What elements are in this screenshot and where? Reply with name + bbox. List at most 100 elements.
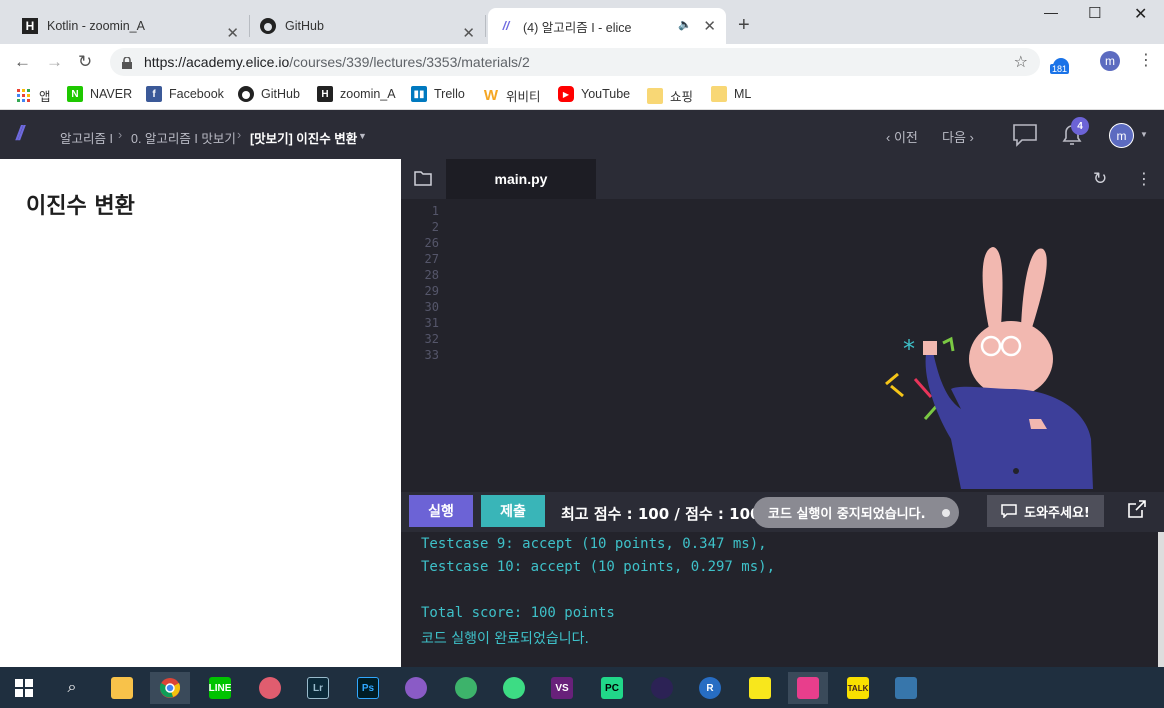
start-icon[interactable] bbox=[4, 672, 44, 704]
output-scrollbar[interactable] bbox=[1158, 532, 1164, 667]
back-button[interactable]: ← bbox=[14, 52, 31, 72]
line-number: 28 bbox=[424, 268, 439, 282]
lock-icon bbox=[122, 55, 132, 69]
lightroom-icon[interactable]: Lr bbox=[298, 672, 338, 704]
elice-logo-icon[interactable]: // bbox=[16, 123, 24, 146]
editor-topbar: main.py ↻ ⋮ bbox=[401, 159, 1164, 199]
tab-github[interactable]: GitHub ✕ bbox=[250, 15, 486, 42]
prev-button[interactable]: ‹ 이전 bbox=[886, 127, 918, 146]
line-number: 29 bbox=[424, 284, 439, 298]
line-number: 27 bbox=[424, 252, 439, 266]
h-favicon-icon: H bbox=[22, 18, 38, 34]
output-line: Total score: 100 points bbox=[421, 605, 615, 621]
chrome-menu-icon[interactable]: ⋮ bbox=[1138, 50, 1154, 70]
youtube-icon: ▶ bbox=[558, 86, 574, 102]
breadcrumb-lecture[interactable]: 0. 알고리즘 I 맛보기 bbox=[131, 128, 236, 147]
h-favicon-icon: H bbox=[317, 86, 333, 102]
help-button[interactable]: 도와주세요! bbox=[987, 495, 1104, 527]
chrome-icon[interactable] bbox=[150, 672, 190, 704]
forward-button[interactable]: → bbox=[46, 52, 63, 72]
address-bar-row: ← → ↻ https://academy.elice.io/courses/3… bbox=[0, 44, 1164, 80]
chat-icon[interactable] bbox=[1012, 123, 1038, 150]
svg-text:*: * bbox=[903, 335, 915, 363]
file-tab-main[interactable]: main.py bbox=[446, 159, 596, 199]
submit-button[interactable]: 제출 bbox=[481, 495, 545, 527]
omnibox[interactable]: https://academy.elice.io/courses/339/lec… bbox=[110, 48, 1040, 76]
next-label: 다음 bbox=[942, 130, 966, 145]
profile-avatar[interactable]: m bbox=[1100, 51, 1120, 71]
naver-icon: N bbox=[67, 86, 83, 102]
github-icon bbox=[238, 86, 254, 102]
folder-icon[interactable] bbox=[414, 170, 432, 189]
lesson-panel: 이진수 변환 bbox=[0, 159, 401, 667]
gitkraken-icon[interactable] bbox=[788, 672, 828, 704]
python-icon[interactable] bbox=[886, 672, 926, 704]
line-icon[interactable]: LINE bbox=[200, 672, 240, 704]
bookmark-github[interactable]: GitHub bbox=[238, 86, 300, 102]
extension-icon[interactable]: 181 bbox=[1050, 52, 1072, 74]
bookmark-facebook[interactable]: f Facebook bbox=[146, 86, 224, 102]
tab-kotlin[interactable]: H Kotlin - zoomin_A ✕ bbox=[12, 15, 250, 42]
caret-down-icon[interactable]: ▼ bbox=[1140, 130, 1148, 139]
bookmark-apps[interactable]: 앱 bbox=[16, 86, 51, 105]
minimize-button[interactable]: — bbox=[1044, 4, 1058, 20]
new-tab-button[interactable]: + bbox=[738, 14, 750, 37]
run-button[interactable]: 실행 bbox=[409, 495, 473, 527]
chevron-right-icon: › bbox=[237, 128, 242, 142]
maximize-button[interactable]: ☐ bbox=[1088, 4, 1101, 22]
line-number: 26 bbox=[424, 236, 439, 250]
breadcrumb-course[interactable]: 알고리즘 I bbox=[60, 128, 113, 147]
speech-bubble-icon bbox=[1001, 504, 1017, 518]
toast-message: 코드 실행이 중지되었습니다. bbox=[768, 507, 926, 522]
kakaotalk-icon[interactable]: TALK bbox=[838, 672, 878, 704]
line-number: 30 bbox=[424, 300, 439, 314]
search-icon[interactable]: ⌕ bbox=[52, 672, 92, 704]
run-toolbar: 실행 제출 최고 점수 : 100 / 점수 : 100 코드 실행이 중지되었… bbox=[401, 492, 1164, 532]
tab-elice[interactable]: // (4) 알고리즘 I - elice 🔈 ✕ bbox=[488, 8, 726, 44]
apps-grid-icon bbox=[16, 88, 32, 104]
trello-icon: ▮▮ bbox=[411, 86, 427, 102]
bookmark-youtube[interactable]: ▶ YouTube bbox=[558, 86, 630, 102]
line-number: 32 bbox=[424, 332, 439, 346]
refresh-icon[interactable]: ↻ bbox=[1093, 169, 1107, 189]
elice-icon: // bbox=[502, 19, 510, 33]
sticky-notes-icon[interactable] bbox=[740, 672, 780, 704]
photoshop-icon[interactable]: Ps bbox=[348, 672, 388, 704]
next-button[interactable]: 다음 › bbox=[942, 127, 974, 146]
bookmark-folder-shopping[interactable]: 쇼핑 bbox=[647, 86, 693, 105]
breadcrumb-material[interactable]: [맛보기] 이진수 변환 bbox=[250, 128, 357, 147]
reload-button[interactable]: ↻ bbox=[78, 52, 92, 72]
bookmark-naver[interactable]: N NAVER bbox=[67, 86, 132, 102]
more-icon[interactable]: ⋮ bbox=[1136, 169, 1152, 189]
lesson-title: 이진수 변환 bbox=[26, 194, 135, 219]
bookmark-label: GitHub bbox=[261, 87, 300, 101]
visual-studio-icon[interactable]: VS bbox=[542, 672, 582, 704]
r-icon[interactable]: R bbox=[690, 672, 730, 704]
pycharm-icon[interactable]: PC bbox=[592, 672, 632, 704]
bookmark-star-icon[interactable]: ☆ bbox=[1014, 52, 1028, 72]
speaker-icon[interactable]: 🔈 bbox=[678, 18, 692, 31]
bookmark-label: Facebook bbox=[169, 87, 224, 101]
bell-icon[interactable]: 4 bbox=[1060, 117, 1089, 151]
window-close-button[interactable]: ✕ bbox=[1134, 4, 1147, 24]
close-icon[interactable]: ✕ bbox=[462, 24, 475, 42]
bookmarks-bar: 앱 N NAVER f Facebook GitHub H zoomin_A ▮… bbox=[0, 80, 1164, 110]
github-icon bbox=[260, 18, 276, 34]
file-explorer-icon[interactable] bbox=[102, 672, 142, 704]
bookmark-wevity[interactable]: W 위비티 bbox=[483, 86, 541, 105]
close-icon[interactable]: ✕ bbox=[703, 17, 716, 35]
eclipse-icon[interactable] bbox=[642, 672, 682, 704]
caret-down-icon[interactable]: ▼ bbox=[358, 131, 367, 141]
github-desktop-icon[interactable] bbox=[396, 672, 436, 704]
external-link-icon[interactable] bbox=[1126, 498, 1148, 523]
close-icon[interactable]: ✕ bbox=[226, 24, 239, 42]
line-number: 2 bbox=[431, 220, 439, 234]
android-studio-icon[interactable] bbox=[494, 672, 534, 704]
pinwheel-icon[interactable] bbox=[250, 672, 290, 704]
bookmark-trello[interactable]: ▮▮ Trello bbox=[411, 86, 465, 102]
bookmark-zoomin[interactable]: H zoomin_A bbox=[317, 86, 396, 102]
user-avatar[interactable]: m bbox=[1109, 123, 1134, 148]
bookmark-label: NAVER bbox=[90, 87, 133, 101]
bookmark-folder-ml[interactable]: ML bbox=[711, 86, 751, 102]
atom-icon[interactable] bbox=[446, 672, 486, 704]
